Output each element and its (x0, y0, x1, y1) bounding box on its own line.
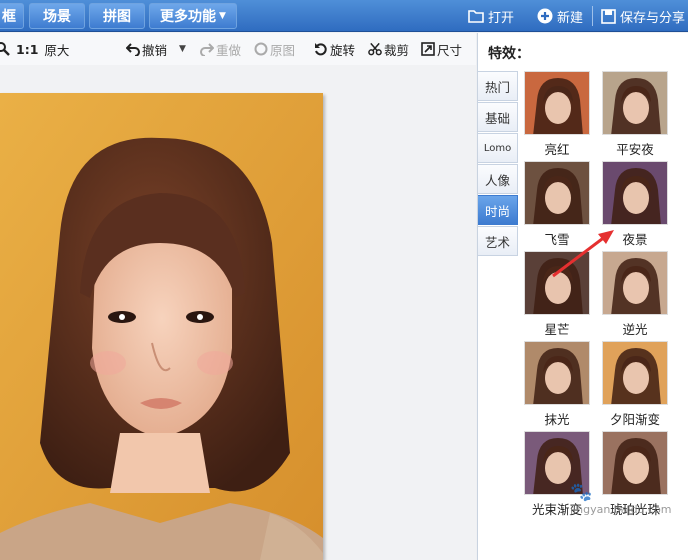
category-portrait[interactable]: 人像 (478, 164, 518, 194)
tab-label: 拼图 (103, 9, 131, 25)
plus-circle-icon (537, 8, 553, 24)
category-fashion[interactable]: 时尚 (478, 195, 518, 225)
effect-label: 平安夜 (616, 142, 654, 157)
paw-logo-icon: 🐾 (570, 482, 593, 503)
effect-label: 星芒 (544, 322, 570, 337)
category-lomo[interactable]: Lomo (478, 133, 518, 163)
category-label: 热门 (484, 79, 510, 95)
effect-item[interactable]: 星芒 (522, 251, 592, 338)
tab-frame[interactable]: 框 (0, 3, 24, 29)
effect-thumbnail (602, 251, 668, 315)
tab-label: 更多功能 (160, 9, 217, 25)
save-share-label: 保存与分享 (620, 10, 686, 26)
effect-thumbnail (602, 71, 668, 135)
effect-item[interactable]: 亮红 (522, 71, 592, 158)
ratio-label: 1:1 (16, 41, 39, 57)
folder-icon (468, 8, 484, 24)
chevron-down-icon[interactable]: ▼ (179, 44, 186, 54)
effect-thumbnail (524, 341, 590, 405)
tab-label: 场景 (43, 9, 71, 25)
effect-thumbnail (524, 251, 590, 315)
size-label: 尺寸 (437, 42, 463, 58)
edit-toolbar: 1:1 原大 撤销 ▼ 重做 原图 旋转 裁剪 尺寸 (0, 33, 476, 65)
open-label: 打开 (488, 10, 515, 26)
tab-label: 框 (2, 9, 16, 25)
category-label: 艺术 (484, 234, 510, 250)
effect-label: 逆光 (622, 322, 648, 337)
effect-label: 亮红 (544, 142, 570, 157)
effect-thumbnail (524, 161, 590, 225)
divider (592, 6, 593, 26)
effect-thumbnail (602, 161, 668, 225)
effect-thumbnail (524, 71, 590, 135)
category-art[interactable]: 艺术 (478, 226, 518, 256)
zoom-button[interactable] (0, 40, 10, 58)
scissors-icon (368, 42, 382, 56)
category-label: 基础 (484, 110, 510, 126)
effect-label: 夜景 (622, 232, 648, 247)
size-button[interactable]: 尺寸 (421, 40, 462, 58)
original-image-label: 原图 (270, 42, 296, 58)
effect-item[interactable]: 平安夜 (600, 71, 670, 158)
crop-label: 裁剪 (384, 42, 410, 58)
save-icon (600, 8, 616, 24)
tab-scene[interactable]: 场景 (29, 3, 85, 29)
undo-label: 撤销 (142, 42, 168, 58)
effect-item[interactable]: 夕阳渐变 (600, 341, 670, 428)
effect-item[interactable]: 夜景 (600, 161, 670, 248)
category-hot[interactable]: 热门 (478, 71, 518, 101)
save-share-button[interactable]: 保存与分享 (600, 4, 685, 28)
magnifier-icon (0, 42, 10, 56)
effect-thumbnail (602, 341, 668, 405)
redo-icon (200, 42, 214, 56)
original-size-label: 原大 (44, 42, 70, 58)
circle-icon (254, 42, 268, 56)
watermark-text: jingyan.baidu.com (570, 503, 672, 516)
redo-label: 重做 (216, 42, 242, 58)
watermark: 🐾 jingyan.baidu.com (570, 482, 688, 516)
category-basic[interactable]: 基础 (478, 102, 518, 132)
new-label: 新建 (557, 10, 584, 26)
undo-button[interactable]: 撤销 ▼ (126, 40, 186, 58)
category-label: 时尚 (484, 203, 510, 219)
crop-button[interactable]: 裁剪 (368, 40, 409, 58)
tab-collage[interactable]: 拼图 (89, 3, 145, 29)
top-bar: 框 场景 拼图 更多功能 ▼ 打开 新建 保存与分享 (0, 0, 688, 32)
effect-item[interactable]: 抹光 (522, 341, 592, 428)
original-size-button[interactable]: 1:1 原大 (16, 40, 69, 58)
rotate-icon (314, 42, 328, 56)
edited-photo[interactable] (0, 93, 323, 560)
chevron-down-icon: ▼ (219, 11, 226, 21)
rotate-label: 旋转 (330, 42, 356, 58)
effect-label: 夕阳渐变 (609, 412, 660, 427)
open-button[interactable]: 打开 (468, 4, 514, 28)
panel-title: 特效： (488, 46, 530, 62)
portrait-image (0, 93, 323, 560)
redo-button[interactable]: 重做 (200, 40, 241, 58)
tab-more-features[interactable]: 更多功能 ▼ (149, 3, 237, 29)
effects-panel: 特效： 热门 基础 Lomo 人像 时尚 艺术 亮红 平安夜飞雪 夜景星芒 逆光抹光 夕… (477, 33, 688, 560)
effect-label: 抹光 (544, 412, 570, 427)
rotate-button[interactable]: 旋转 (314, 40, 355, 58)
resize-icon (421, 42, 435, 56)
editing-canvas[interactable] (0, 65, 476, 560)
original-image-button[interactable]: 原图 (254, 40, 295, 58)
effect-item[interactable]: 逆光 (600, 251, 670, 338)
category-label: Lomo (483, 142, 512, 154)
effect-label: 飞雪 (544, 232, 570, 247)
effect-item[interactable]: 飞雪 (522, 161, 592, 248)
undo-icon (126, 42, 140, 56)
category-label: 人像 (484, 172, 510, 188)
new-button[interactable]: 新建 (537, 4, 583, 28)
